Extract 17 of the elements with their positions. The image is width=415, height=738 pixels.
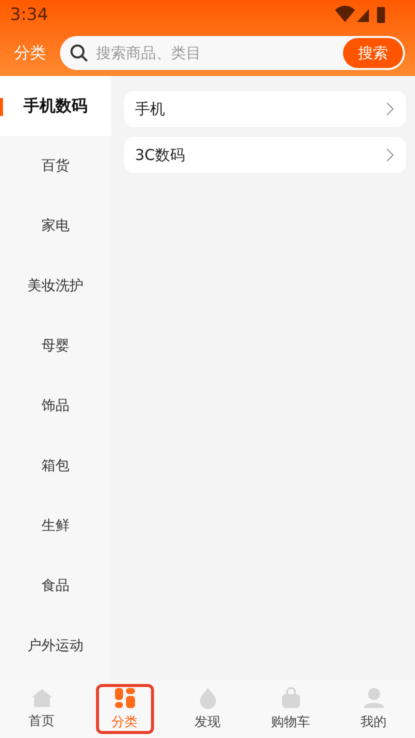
page-title: 分类 xyxy=(14,42,46,64)
selection-marker xyxy=(0,98,3,116)
status-time: 3:34 xyxy=(10,5,48,25)
tab-item[interactable]: 购物车 xyxy=(262,684,320,734)
home-icon xyxy=(30,688,52,708)
category-icon xyxy=(114,687,136,709)
tab-item[interactable]: 发现 xyxy=(178,684,236,734)
tab-item[interactable]: 首页 xyxy=(12,684,70,734)
category-item[interactable]: 手机数码 xyxy=(0,76,111,136)
search-icon xyxy=(70,44,88,62)
subcategory-row[interactable]: 手机 xyxy=(124,91,406,127)
tab-item[interactable]: 我的 xyxy=(344,684,402,734)
subcategory-row[interactable]: 3C数码 xyxy=(124,137,406,173)
chevron-icon xyxy=(386,102,394,116)
profile-icon xyxy=(362,687,384,709)
chevron-icon xyxy=(386,148,394,162)
bag-icon xyxy=(280,687,300,709)
